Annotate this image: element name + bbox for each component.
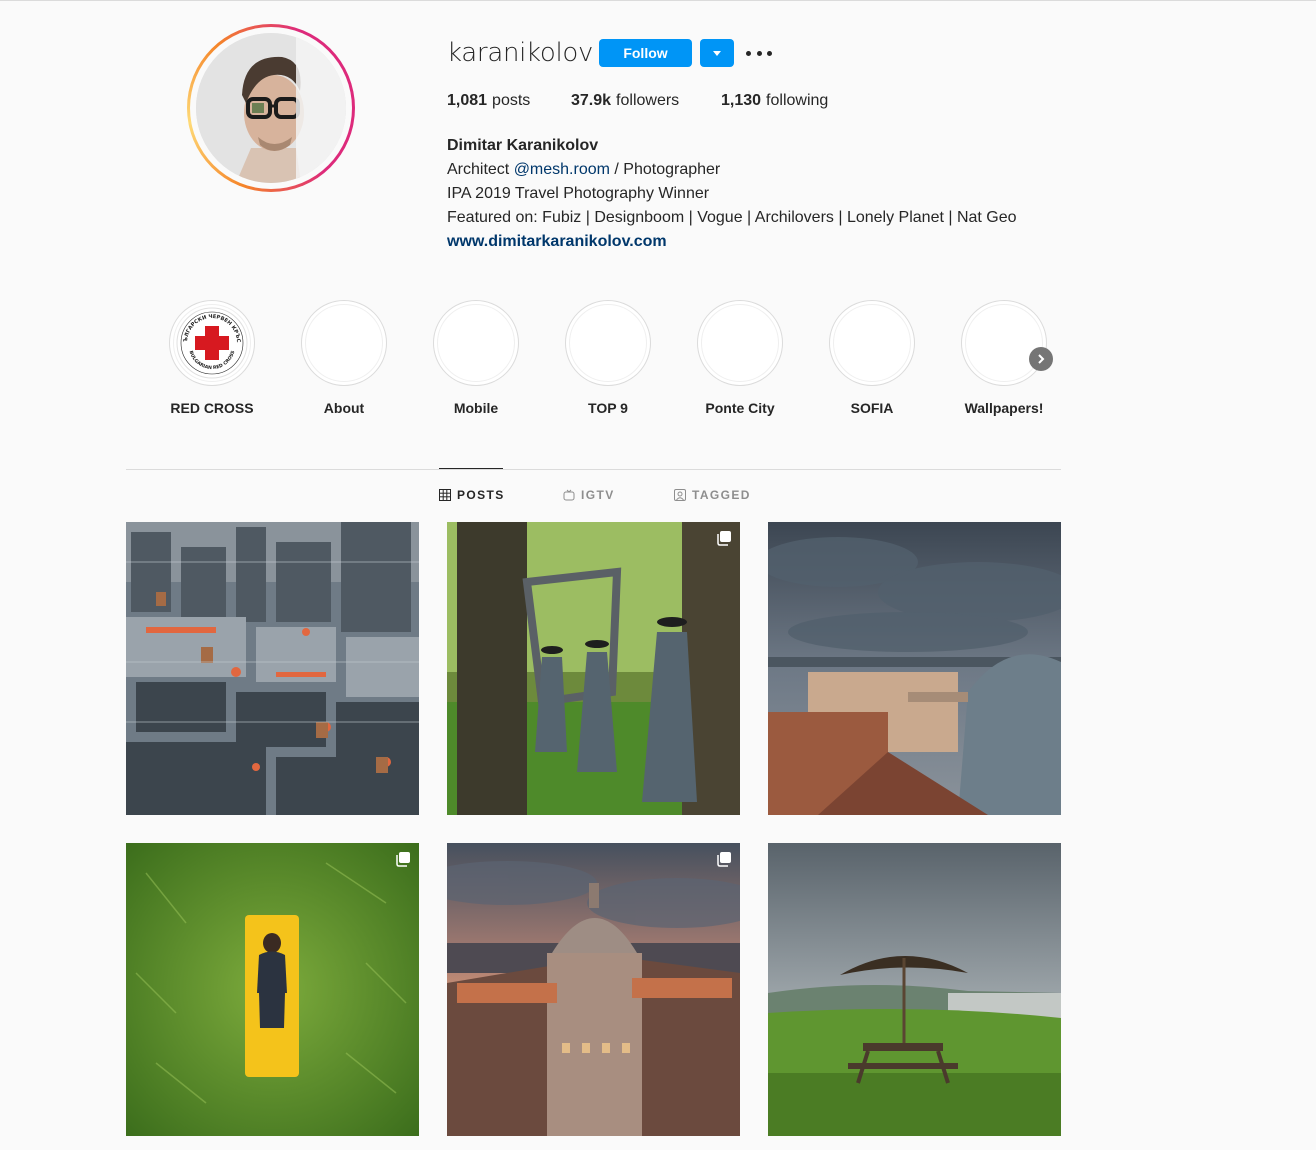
followers-count: 37.9k: [571, 92, 612, 109]
post-image: [126, 843, 419, 1136]
tab-label: IGTV: [581, 488, 615, 502]
multiple-photos-icon: [396, 852, 410, 867]
tab-label: TAGGED: [692, 488, 751, 502]
more-options-button[interactable]: [746, 44, 772, 62]
avatar-portrait-image: [196, 33, 346, 183]
active-tab-indicator: [439, 468, 503, 469]
follow-button[interactable]: Follow: [599, 39, 692, 67]
tab-posts[interactable]: POSTS: [439, 488, 505, 502]
tagged-icon: [674, 489, 686, 501]
posts-label: posts: [492, 92, 531, 109]
highlight-top-9[interactable]: TOP 9: [565, 300, 697, 416]
post-image: [768, 522, 1061, 815]
bio-line-award: IPA 2019 Travel Photography Winner: [447, 185, 710, 202]
tab-igtv[interactable]: IGTV: [563, 488, 615, 502]
avatar-photo: [196, 33, 346, 183]
multiple-photos-icon: [717, 852, 731, 867]
bio-line-occupation: Architect @mesh.room / Photographer: [447, 161, 721, 178]
caret-down-icon: [713, 50, 721, 56]
grid-icon: [439, 489, 451, 501]
igtv-icon: [563, 489, 575, 501]
highlight-label: Ponte City: [705, 400, 775, 416]
post-thumbnail[interactable]: [768, 843, 1061, 1136]
bio-line-featured: Featured on: Fubiz | Designboom | Vogue …: [447, 209, 1017, 226]
post-thumbnail[interactable]: [447, 843, 740, 1136]
post-image: [126, 522, 419, 815]
post-image: [768, 843, 1061, 1136]
highlight-ponte-city[interactable]: Ponte City: [697, 300, 829, 416]
followers-stat[interactable]: 37.9k followers: [571, 92, 721, 110]
highlight-label: RED CROSS: [170, 400, 254, 416]
highlight-mobile[interactable]: Mobile: [433, 300, 565, 416]
highlight-sofia[interactable]: SOFIA: [829, 300, 961, 416]
post-image: [447, 522, 740, 815]
post-image: [447, 843, 740, 1136]
tab-label: POSTS: [457, 488, 505, 502]
highlight-about[interactable]: About: [301, 300, 433, 416]
multiple-photos-icon: [717, 531, 731, 546]
profile-stats: 1,081 posts 37.9k followers 1,130 follow…: [447, 92, 828, 110]
profile-bio: Dimitar Karanikolov Architect @mesh.room…: [447, 134, 1017, 254]
following-label: following: [766, 92, 829, 109]
followers-label: followers: [616, 92, 680, 109]
following-count: 1,130: [721, 92, 762, 109]
highlight-label: Wallpapers!: [964, 400, 1044, 416]
posts-stat: 1,081 posts: [447, 92, 571, 110]
profile-full-name: Dimitar Karanikolov: [447, 137, 599, 154]
profile-avatar[interactable]: [187, 24, 355, 192]
website-link[interactable]: www.dimitarkaranikolov.com: [447, 230, 1017, 254]
tabs-divider: [126, 469, 1061, 470]
highlight-label: Mobile: [453, 400, 499, 416]
highlight-wallpapers[interactable]: Wallpapers!: [961, 300, 1093, 416]
ellipsis-icon: [746, 50, 751, 56]
suggested-accounts-dropdown-button[interactable]: [700, 39, 734, 67]
highlights-next-button[interactable]: [1029, 347, 1053, 371]
highlight-label: TOP 9: [588, 400, 628, 416]
red-cross-logo-icon: БЪЛГАРСКИ ЧЕРВЕН КРЪСТ BULGARIAN RED CRO…: [175, 306, 248, 379]
post-thumbnail[interactable]: [768, 522, 1061, 815]
story-highlights: БЪЛГАРСКИ ЧЕРВЕН КРЪСТ BULGARIAN RED CRO…: [169, 300, 1093, 416]
highlight-label: SOFIA: [850, 400, 894, 416]
tab-tagged[interactable]: TAGGED: [674, 488, 751, 502]
chevron-right-icon: [1038, 354, 1045, 364]
profile-username: karanikolov: [447, 38, 594, 68]
top-border: [0, 0, 1316, 3]
mention-link[interactable]: @mesh.room: [514, 161, 610, 178]
post-thumbnail[interactable]: [126, 522, 419, 815]
following-stat[interactable]: 1,130 following: [721, 92, 828, 110]
posts-count: 1,081: [447, 92, 488, 109]
post-thumbnail[interactable]: [447, 522, 740, 815]
highlight-label: About: [323, 400, 365, 416]
post-thumbnail[interactable]: [126, 843, 419, 1136]
highlight-red-cross[interactable]: БЪЛГАРСКИ ЧЕРВЕН КРЪСТ BULGARIAN RED CRO…: [169, 300, 301, 416]
